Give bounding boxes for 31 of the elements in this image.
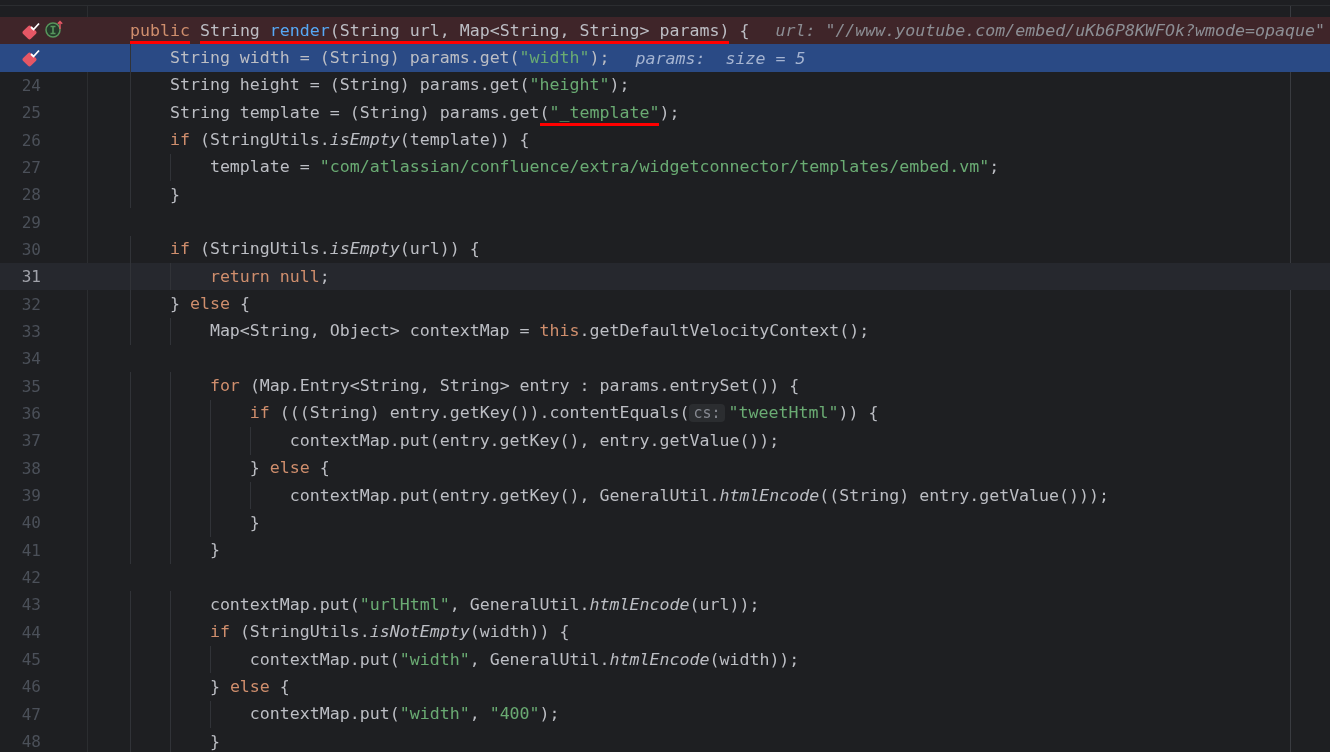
code-line: for (Map.Entry<String, String> entry : params.entrySet()) {	[208, 375, 800, 398]
debug-value-hint: params: size = 5	[635, 48, 806, 68]
code-line: } else {	[208, 675, 290, 698]
debug-value-hint: url: "//www.youtube.com/embed/uKb6P8KWFOk?wmode=opaque"	[775, 21, 1325, 41]
code-line: }	[208, 730, 220, 752]
code-line: if (((String) entry.getKey()).contentEquals(	[248, 402, 690, 425]
code-line: } else {	[248, 457, 330, 480]
code-line: if (StringUtils.isEmpty(url)) {	[168, 238, 480, 261]
code-line: contextMap.put(entry.getKey(), entry.getValue());	[288, 429, 780, 452]
code-line: } else {	[168, 293, 250, 316]
code-line: }	[248, 511, 260, 534]
code-line: template = "com/atlassian/confluence/extra/widgetconnector/templates/embed.vm";	[208, 156, 1000, 179]
code-line: }	[168, 183, 180, 206]
code-line: }	[208, 539, 220, 562]
breakpoint-icon[interactable]	[21, 22, 41, 40]
breakpoint-icon[interactable]	[21, 49, 41, 68]
code-line: String template = (String) params.get("_template");	[90, 99, 680, 126]
code-line: contextMap.put("width", "400");	[248, 703, 560, 726]
code-line: Map<String, Object> contextMap = this.getDefaultVelocityContext();	[208, 320, 870, 343]
code-line: String width = (String) params.get("width");	[168, 47, 610, 69]
code-line: contextMap.put(entry.getKey(), GeneralUtil.htmlEncode((String) entry.getValue()));	[288, 484, 1110, 507]
code-line: if (StringUtils.isNotEmpty(width)) {	[208, 621, 570, 644]
code-line: if (StringUtils.isEmpty(template)) {	[168, 129, 530, 152]
code-line: return null;	[208, 265, 330, 288]
code-line: contextMap.put("urlHtml", GeneralUtil.htmlEncode(url));	[208, 593, 760, 616]
parameter-hint: cs:	[689, 404, 725, 423]
code-line: contextMap.put("width", GeneralUtil.htmlEncode(width));	[248, 648, 800, 671]
code-line: "tweetHtml")) {	[728, 402, 879, 425]
code-line: String height = (String) params.get("height");	[168, 74, 630, 97]
implements-icon[interactable]	[45, 20, 64, 39]
line-number: 31	[20, 267, 41, 287]
